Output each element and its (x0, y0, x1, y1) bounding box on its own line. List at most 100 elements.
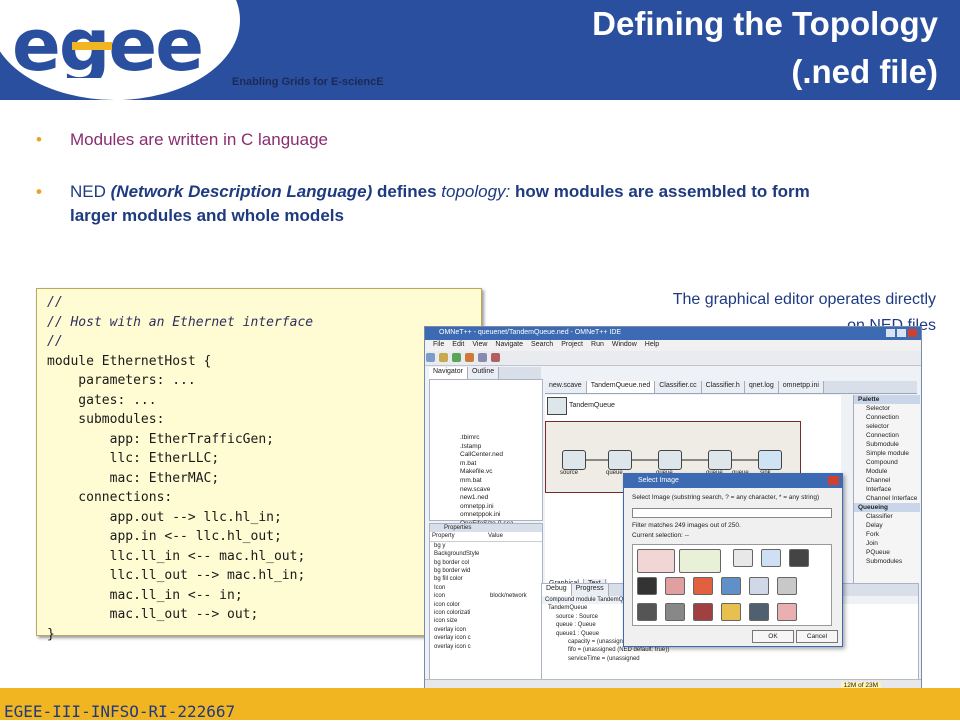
cancel-button[interactable]: Cancel (796, 630, 838, 643)
image-icon[interactable] (777, 603, 797, 621)
image-icon[interactable] (637, 577, 657, 595)
property-row[interactable]: icon block/network (430, 592, 542, 600)
property-row[interactable]: overlay icon c (430, 643, 542, 651)
image-icon[interactable] (665, 577, 685, 595)
tab-classifier-cc[interactable]: Classifier.cc (655, 381, 702, 393)
palette-item[interactable]: Connection selector (854, 413, 920, 431)
new-icon[interactable] (426, 353, 435, 362)
palette-item[interactable]: Submodule (854, 440, 920, 449)
menu-item-help[interactable]: Help (645, 341, 659, 348)
property-row[interactable]: bg border wid (430, 567, 542, 575)
tab-navigator[interactable]: Navigator (429, 367, 468, 379)
queue-node[interactable] (658, 450, 682, 470)
file-item[interactable]: new.scave (460, 486, 513, 495)
menu-item-search[interactable]: Search (531, 341, 553, 348)
palette-item[interactable]: Submodules (854, 557, 920, 566)
image-icon[interactable] (777, 577, 797, 595)
tab-new-scave[interactable]: new.scave (545, 381, 587, 393)
dialog-close-icon[interactable] (828, 476, 839, 485)
image-icon[interactable] (637, 603, 657, 621)
queue-node[interactable] (708, 450, 732, 470)
palette-item[interactable]: Classifier (854, 512, 920, 521)
source-node[interactable] (562, 450, 586, 470)
stop-icon[interactable] (490, 353, 500, 362)
palette-item[interactable]: Delay (854, 521, 920, 530)
file-item[interactable]: m.bat (460, 460, 513, 469)
map-thumbnail-icon[interactable] (637, 549, 675, 573)
code-line: // Host with an Ethernet interface (47, 314, 314, 330)
property-row[interactable]: Icon (430, 584, 542, 592)
minimize-icon[interactable] (886, 329, 895, 337)
property-row[interactable]: bg fill color (430, 575, 542, 583)
file-item[interactable]: .tbimrc (460, 434, 513, 443)
property-row[interactable]: icon colorizati (430, 609, 542, 617)
menu-item-file[interactable]: File (433, 341, 444, 348)
image-icon[interactable] (721, 603, 741, 621)
file-item[interactable]: omnetppok.ini (460, 511, 513, 520)
ok-button[interactable]: OK (752, 630, 794, 643)
image-icon[interactable] (761, 549, 781, 567)
palette-item[interactable]: Compound Module (854, 458, 920, 476)
palette-item[interactable]: PQueue (854, 548, 920, 557)
palette-item[interactable]: Fork (854, 530, 920, 539)
menu-item-view[interactable]: View (472, 341, 487, 348)
tab-progress[interactable]: Progress (571, 584, 609, 596)
search-icon[interactable] (477, 353, 487, 362)
close-icon[interactable] (908, 329, 917, 337)
debug-tree-item[interactable]: fifo = (unassigned (NED default: true)) (542, 646, 918, 654)
sink-node[interactable] (758, 450, 782, 470)
file-item[interactable]: .tstamp (460, 443, 513, 452)
image-icon[interactable] (721, 577, 741, 595)
image-icon[interactable] (693, 603, 713, 621)
title-line-1: Defining the Topology (592, 5, 938, 42)
maximize-icon[interactable] (897, 329, 906, 337)
palette-item[interactable]: Interface (854, 485, 920, 494)
map-thumbnail-icon[interactable] (679, 549, 721, 573)
queue-node[interactable] (608, 450, 632, 470)
file-item[interactable]: omnetpp.ini (460, 503, 513, 512)
palette-item[interactable]: Join (854, 539, 920, 548)
tab-debug[interactable]: Debug (542, 584, 572, 596)
palette-item[interactable]: Simple module (854, 449, 920, 458)
menu-item-edit[interactable]: Edit (452, 341, 464, 348)
image-icon[interactable] (733, 549, 753, 567)
property-row[interactable]: bg y (430, 542, 542, 550)
tab-classifier-h[interactable]: Classifier.h (701, 381, 745, 393)
tab-qnet-log[interactable]: qnet.log (744, 381, 779, 393)
palette-item[interactable]: Selector (854, 404, 920, 413)
palette-item[interactable]: Channel Interface (854, 494, 920, 503)
file-item[interactable]: new1.ned (460, 494, 513, 503)
menu-item-window[interactable]: Window (612, 341, 637, 348)
run-icon[interactable] (451, 353, 461, 362)
property-row[interactable]: icon color (430, 601, 542, 609)
property-row[interactable]: bg border col (430, 559, 542, 567)
image-search-input[interactable] (632, 508, 832, 518)
file-item[interactable]: mm.bat (460, 477, 513, 486)
save-icon[interactable] (438, 353, 448, 362)
image-icon[interactable] (749, 577, 769, 595)
debug-tree-item[interactable]: serviceTime = (unassigned (542, 655, 918, 663)
tab-outline[interactable]: Outline (467, 367, 500, 379)
menu-item-navigate[interactable]: Navigate (495, 341, 523, 348)
property-row[interactable]: overlay icon c (430, 634, 542, 642)
palette-items: Selector Connection selector Connection Sub… (854, 404, 920, 503)
file-item[interactable]: CallCenter.ned (460, 451, 513, 460)
image-icon[interactable] (749, 603, 769, 621)
property-row[interactable]: icon size (430, 617, 542, 625)
property-row[interactable]: overlay icon (430, 626, 542, 634)
image-icon[interactable] (665, 603, 685, 621)
bullet-item: • Modules are written in C language (36, 128, 826, 152)
palette-item[interactable]: Connection (854, 431, 920, 440)
menu-item-run[interactable]: Run (591, 341, 604, 348)
file-item[interactable]: Makefile.vc (460, 468, 513, 477)
property-row[interactable]: BackgroundStyle (430, 550, 542, 558)
image-icon[interactable] (789, 549, 809, 567)
tab-tandemqueue-ned[interactable]: TandemQueue.ned (586, 381, 656, 393)
menu-item-project[interactable]: Project (561, 341, 583, 348)
palette-item[interactable]: Channel (854, 476, 920, 485)
tab-properties[interactable]: Properties (430, 524, 542, 533)
tab-omnetpp-ini[interactable]: omnetpp.ini (778, 381, 824, 393)
image-icon[interactable] (693, 577, 713, 595)
debug-icon[interactable] (464, 353, 474, 362)
code-line: llc.ll_out --> mac.hl_in; (47, 568, 306, 583)
